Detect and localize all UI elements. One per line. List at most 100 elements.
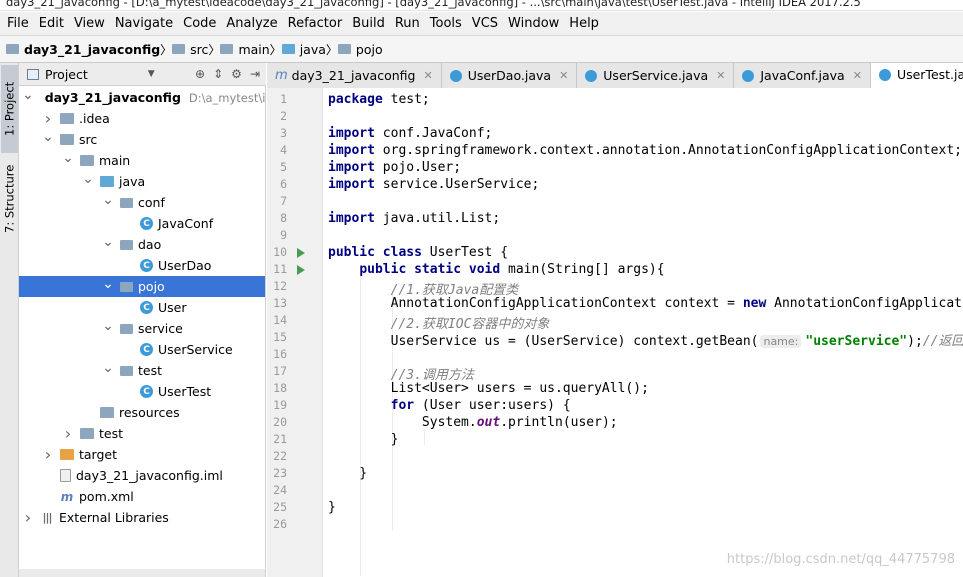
code-token: org.springframework.context.annotation.A… [374, 143, 962, 158]
code-token: pojo.User; [374, 160, 462, 175]
chevron-down-icon[interactable]: ⌄ [102, 318, 114, 334]
code-token: import [328, 143, 375, 158]
tree-item[interactable]: C User [19, 297, 265, 318]
tree-item[interactable]: resources [19, 402, 265, 423]
line-number: 3 [280, 126, 287, 140]
breadcrumb-item[interactable]: day3_21_javaconfig [6, 42, 160, 57]
tree-item-label: main [99, 153, 131, 168]
scroll-from-source-icon[interactable]: ⊕ [195, 67, 205, 81]
chevron-down-icon[interactable]: ▼ [148, 69, 155, 79]
chevron-right-icon[interactable]: › [42, 109, 54, 128]
close-icon[interactable]: ✕ [716, 69, 725, 82]
project-tool-tab[interactable]: 1: Project [1, 65, 18, 153]
breadcrumb-label: day3_21_javaconfig [24, 41, 161, 57]
editor-gutter[interactable]: 1 2 3 4 5 6 7 8 9 10 11 12 13 14 15 16 17 18 19 20 21 22 23 24 2… [267, 88, 323, 577]
tree-item[interactable]: › target [19, 444, 265, 465]
chevron-right-icon[interactable]: › [62, 424, 74, 443]
tree-item[interactable]: ⌄ dao [19, 234, 265, 255]
menu-code[interactable]: Code [179, 16, 222, 31]
breadcrumb-item[interactable]: pojo [337, 42, 383, 57]
menu-view[interactable]: View [70, 16, 111, 31]
project-panel-title[interactable]: Project [45, 67, 88, 82]
tree-item[interactable]: day3_21_javaconfig.iml [19, 465, 265, 486]
run-gutter-icon[interactable] [297, 248, 305, 258]
editor-tab[interactable]: m day3_21_javaconfig ✕ [267, 63, 442, 88]
collapse-all-icon[interactable]: ⇕ [213, 67, 223, 81]
window-title: day3_21_javaconfig - [D:\a_mytest\ideaco… [6, 0, 861, 9]
code-token: AnnotationConfigApplicationContext conte… [328, 296, 743, 311]
class-icon: C [140, 385, 153, 398]
chevron-down-icon[interactable]: ⌄ [62, 150, 74, 166]
tree-item[interactable]: ⌄ main [19, 150, 265, 171]
menu-tools[interactable]: Tools [426, 16, 468, 31]
chevron-down-icon[interactable]: ⌄ [82, 171, 94, 187]
chevron-down-icon[interactable]: ⌄ [102, 360, 114, 376]
code-line: AnnotationConfigApplicationContext conte… [328, 296, 963, 311]
tree-item-label: JavaConf [158, 216, 214, 231]
code-token: for [390, 398, 415, 413]
chevron-down-icon[interactable]: ⌄ [102, 234, 114, 250]
tree-item[interactable]: › test [19, 423, 265, 444]
chevron-down-icon[interactable]: ⌄ [22, 87, 34, 103]
structure-tool-tab[interactable]: 7: Structure [1, 159, 18, 239]
menu-refactor[interactable]: Refactor [284, 16, 349, 31]
menu-vcs[interactable]: VCS [468, 16, 504, 31]
close-icon[interactable]: ✕ [853, 69, 862, 82]
left-tool-strip: 1: Project 7: Structure [0, 63, 19, 577]
tree-item[interactable]: ⌄ src [19, 129, 265, 150]
chevron-down-icon[interactable]: ⌄ [102, 276, 114, 292]
menu-window[interactable]: Window [504, 16, 565, 31]
code-line: UserService us = (UserService) context.g… [328, 330, 963, 349]
folder-icon [6, 44, 19, 54]
code-line: } [328, 466, 367, 481]
tree-item[interactable]: C UserTest [19, 381, 265, 402]
editor-tab[interactable]: JavaConf.java ✕ [734, 63, 871, 88]
tree-item[interactable]: › ||| External Libraries [19, 507, 265, 528]
code-token: public static void [359, 262, 501, 277]
breadcrumb-item[interactable]: main [220, 42, 270, 57]
folder-icon [60, 134, 74, 145]
breadcrumb-item[interactable]: src [172, 42, 208, 57]
tree-item[interactable]: › .idea [19, 108, 265, 129]
tree-item[interactable]: C UserService [19, 339, 265, 360]
code-token: test; [382, 92, 430, 107]
tree-item[interactable]: C JavaConf [19, 213, 265, 234]
tree-item[interactable]: C UserDao [19, 255, 265, 276]
menu-edit[interactable]: Edit [35, 16, 70, 31]
editor-tab[interactable]: UserService.java ✕ [577, 63, 735, 88]
tree-item-selected[interactable]: ⌄ pojo [19, 276, 265, 297]
chevron-right-icon[interactable]: › [22, 508, 34, 527]
menu-navigate[interactable]: Navigate [111, 16, 179, 31]
project-view-icon [27, 68, 39, 80]
gear-icon[interactable]: ⚙ [231, 67, 242, 81]
chevron-down-icon[interactable]: ⌄ [102, 192, 114, 208]
chevron-right-icon[interactable]: › [42, 445, 54, 464]
tree-item[interactable]: ⌄ test [19, 360, 265, 381]
menu-file[interactable]: File [3, 16, 35, 31]
breadcrumb-label: java [299, 41, 326, 57]
menu-bar: File Edit View Navigate Code Analyze Refactor B… [0, 12, 963, 35]
editor-tab[interactable]: UserDao.java ✕ [441, 63, 578, 88]
chevron-down-icon[interactable]: ⌄ [42, 129, 54, 145]
close-icon[interactable]: ✕ [423, 69, 432, 82]
editor-tab[interactable]: UserTest.java✕ [870, 63, 963, 88]
menu-build[interactable]: Build [348, 16, 391, 31]
menu-analyze[interactable]: Analyze [222, 16, 283, 31]
tree-item[interactable]: m pom.xml [19, 486, 265, 507]
project-tree: ⌄ day3_21_javaconfig D:\a_mytest\ide › .idea… [19, 86, 266, 577]
tree-item[interactable]: ⌄ service [19, 318, 265, 339]
menu-run[interactable]: Run [391, 16, 426, 31]
tree-item[interactable]: ⌄ day3_21_javaconfig D:\a_mytest\ide [19, 87, 265, 108]
run-gutter-icon[interactable] [297, 265, 305, 275]
code-token: "userService" [805, 334, 908, 349]
tree-item[interactable]: ⌄ java [19, 171, 265, 192]
code-token: new [742, 296, 767, 311]
hide-panel-icon[interactable]: ⇥ [250, 67, 260, 81]
close-icon[interactable]: ✕ [559, 69, 568, 82]
tree-item[interactable]: ⌄ conf [19, 192, 265, 213]
breadcrumb-item[interactable]: java [281, 41, 326, 57]
menu-help[interactable]: Help [565, 16, 605, 31]
code-editor[interactable]: https://blog.csdn.net/qq_44775798 packag… [323, 88, 963, 577]
tree-horizontal-scrollbar[interactable] [19, 569, 265, 577]
